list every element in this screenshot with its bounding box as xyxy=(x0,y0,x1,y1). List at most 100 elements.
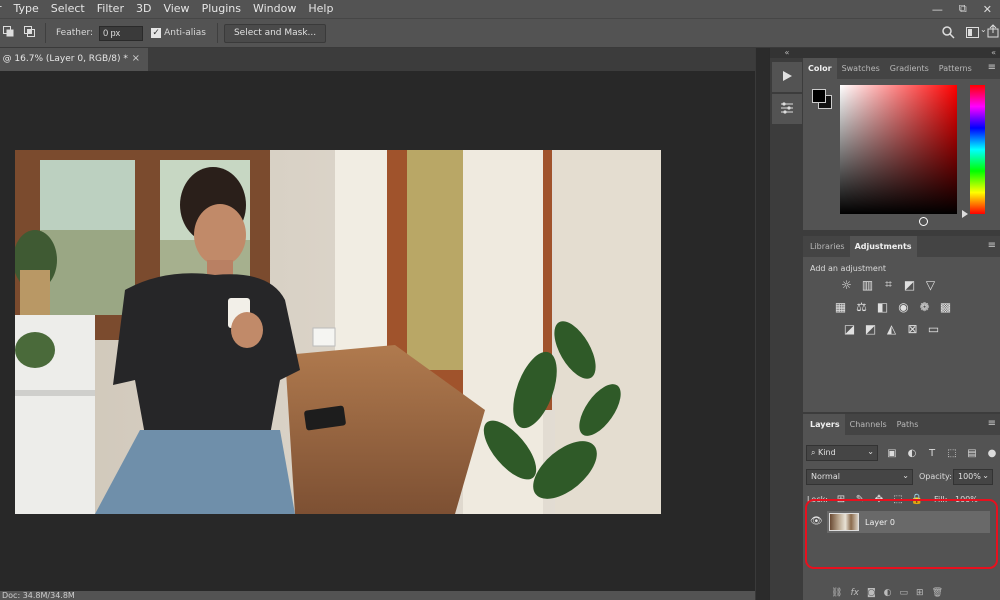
new-layer-icon[interactable]: ⊞ xyxy=(916,588,924,598)
blend-mode-select[interactable]: Normal ⌄ xyxy=(806,469,913,485)
hue-slider-handle[interactable] xyxy=(962,210,968,218)
black-white-icon[interactable]: ◧ xyxy=(875,299,890,314)
curves-icon[interactable]: ⌗ xyxy=(881,277,896,292)
brightness-contrast-icon[interactable]: ☼ xyxy=(839,277,854,292)
eye-icon[interactable]: 👁 xyxy=(810,516,823,527)
canvas-scrollbar[interactable] xyxy=(755,48,769,600)
adjustments-row-3: ◪ ◩ ◭ ⊠ ▭ xyxy=(842,321,941,336)
panel-menu-icon[interactable]: ≡ xyxy=(988,419,996,429)
color-balance-icon[interactable]: ⚖ xyxy=(854,299,869,314)
collapse-dock-button[interactable]: « xyxy=(770,48,804,58)
tab-color[interactable]: Color xyxy=(803,58,837,79)
collapse-panels-button[interactable]: « xyxy=(803,48,1000,58)
sliders-icon xyxy=(780,101,794,117)
layers-panel-tabs: Layers Channels Paths ≡ xyxy=(803,414,1000,435)
close-icon[interactable]: × xyxy=(132,53,140,64)
fill-value[interactable]: 100% xyxy=(955,495,978,504)
lock-position-icon[interactable]: ✥ xyxy=(873,493,885,505)
color-picker-cursor[interactable] xyxy=(919,217,928,226)
link-layers-icon[interactable]: ⛓ xyxy=(831,588,842,598)
chevron-down-icon[interactable]: ⌄ xyxy=(980,25,987,34)
layer-item[interactable]: Layer 0 xyxy=(827,511,990,533)
new-adjustment-layer-icon[interactable]: ◐ xyxy=(884,588,892,598)
pixel-layer-filter-icon[interactable]: ▣ xyxy=(886,447,898,459)
window-controls: — ⧉ ✕ xyxy=(932,0,992,18)
feather-label: Feather: xyxy=(56,28,94,38)
adjustment-layer-filter-icon[interactable]: ◐ xyxy=(906,447,918,459)
close-window-button[interactable]: ✕ xyxy=(983,3,992,16)
lock-icons: ⊞ ✎ ✥ ⬚ 🔒 xyxy=(835,493,923,505)
posterize-icon[interactable]: ◩ xyxy=(863,321,878,336)
menu-plugins[interactable]: Plugins xyxy=(196,0,247,18)
lock-all-icon[interactable]: 🔒 xyxy=(911,493,923,505)
select-and-mask-button[interactable]: Select and Mask... xyxy=(223,23,327,43)
share-icon[interactable] xyxy=(987,24,999,41)
chevron-down-icon: ⌄ xyxy=(982,471,989,480)
tab-swatches[interactable]: Swatches xyxy=(837,58,885,79)
tab-adjustments[interactable]: Adjustments xyxy=(849,236,917,257)
antialias-checkbox[interactable]: ✓ xyxy=(151,28,162,38)
shape-layer-filter-icon[interactable]: ⬚ xyxy=(946,447,958,459)
blend-mode-value: Normal xyxy=(811,472,840,481)
lock-artboard-icon[interactable]: ⬚ xyxy=(892,493,904,505)
opacity-input[interactable]: 100% ⌄ xyxy=(953,469,993,485)
delete-layer-icon[interactable]: 🗑 xyxy=(932,588,943,598)
properties-button[interactable] xyxy=(772,94,802,124)
menu-3d[interactable]: 3D xyxy=(130,0,157,18)
new-group-icon[interactable]: ▭ xyxy=(900,588,909,598)
tab-libraries[interactable]: Libraries xyxy=(803,236,850,257)
panel-menu-icon[interactable]: ≡ xyxy=(988,63,996,73)
hue-saturation-icon[interactable]: ▦ xyxy=(833,299,848,314)
search-icon: ⌕ xyxy=(811,448,816,457)
saturation-brightness-field[interactable] xyxy=(840,85,957,214)
layer-style-icon[interactable]: fx xyxy=(850,588,859,598)
menu-window[interactable]: Window xyxy=(247,0,302,18)
invert-icon[interactable]: ◪ xyxy=(842,321,857,336)
tab-paths[interactable]: Paths xyxy=(892,414,924,435)
threshold-icon[interactable]: ◭ xyxy=(884,321,899,336)
gradient-map-icon[interactable]: ▭ xyxy=(926,321,941,336)
channel-mixer-icon[interactable]: ❁ xyxy=(917,299,932,314)
panel-menu-icon[interactable]: ≡ xyxy=(988,241,996,251)
menu-help[interactable]: Help xyxy=(302,0,339,18)
search-icon[interactable] xyxy=(942,26,955,42)
intersect-selection-icon[interactable] xyxy=(24,26,35,40)
layer-filter-icons: ▣ ◐ T ⬚ ▤ ● xyxy=(886,447,998,459)
workspace-icon[interactable] xyxy=(966,27,979,41)
feather-input[interactable] xyxy=(99,25,144,41)
layer-filter-select[interactable]: ⌕ Kind ⌄ xyxy=(806,445,878,461)
type-layer-filter-icon[interactable]: T xyxy=(926,447,938,459)
document-tab[interactable]: g @ 16.7% (Layer 0, RGB/8) * × xyxy=(0,48,148,71)
photo-filter-icon[interactable]: ◉ xyxy=(896,299,911,314)
vibrance-icon[interactable]: ▽ xyxy=(923,277,938,292)
adjustments-panel-tabs: Libraries Adjustments ≡ xyxy=(803,236,1000,257)
levels-icon[interactable]: ▥ xyxy=(860,277,875,292)
smart-object-filter-icon[interactable]: ▤ xyxy=(966,447,978,459)
adjustments-row-2: ▦ ⚖ ◧ ◉ ❁ ▩ xyxy=(833,299,953,314)
hue-slider[interactable] xyxy=(970,85,985,214)
color-panel: Color Swatches Gradients Patterns ≡ xyxy=(803,58,1000,230)
filter-toggle-icon[interactable]: ● xyxy=(986,447,998,459)
lock-transparent-icon[interactable]: ⊞ xyxy=(835,493,847,505)
minimize-button[interactable]: — xyxy=(932,3,943,16)
foreground-color-swatch[interactable] xyxy=(812,89,826,103)
restore-button[interactable]: ⧉ xyxy=(959,2,967,16)
menu-type[interactable]: Type xyxy=(8,0,45,18)
tab-patterns[interactable]: Patterns xyxy=(934,58,977,79)
lock-image-icon[interactable]: ✎ xyxy=(854,493,866,505)
add-mask-icon[interactable]: ◙ xyxy=(867,588,876,598)
canvas-area[interactable] xyxy=(0,71,755,591)
tab-channels[interactable]: Channels xyxy=(845,414,892,435)
exposure-icon[interactable]: ◩ xyxy=(902,277,917,292)
menu-view[interactable]: View xyxy=(157,0,195,18)
menu-select[interactable]: Select xyxy=(45,0,91,18)
color-lookup-icon[interactable]: ▩ xyxy=(938,299,953,314)
play-actions-button[interactable] xyxy=(772,62,802,92)
menu-filter[interactable]: Filter xyxy=(91,0,130,18)
menu-image[interactable]: r xyxy=(0,0,8,18)
tab-gradients[interactable]: Gradients xyxy=(885,58,934,79)
tab-layers[interactable]: Layers xyxy=(803,414,845,435)
layer-filter-value: Kind xyxy=(818,448,836,457)
selective-color-icon[interactable]: ⊠ xyxy=(905,321,920,336)
subtract-selection-icon[interactable] xyxy=(3,26,14,40)
